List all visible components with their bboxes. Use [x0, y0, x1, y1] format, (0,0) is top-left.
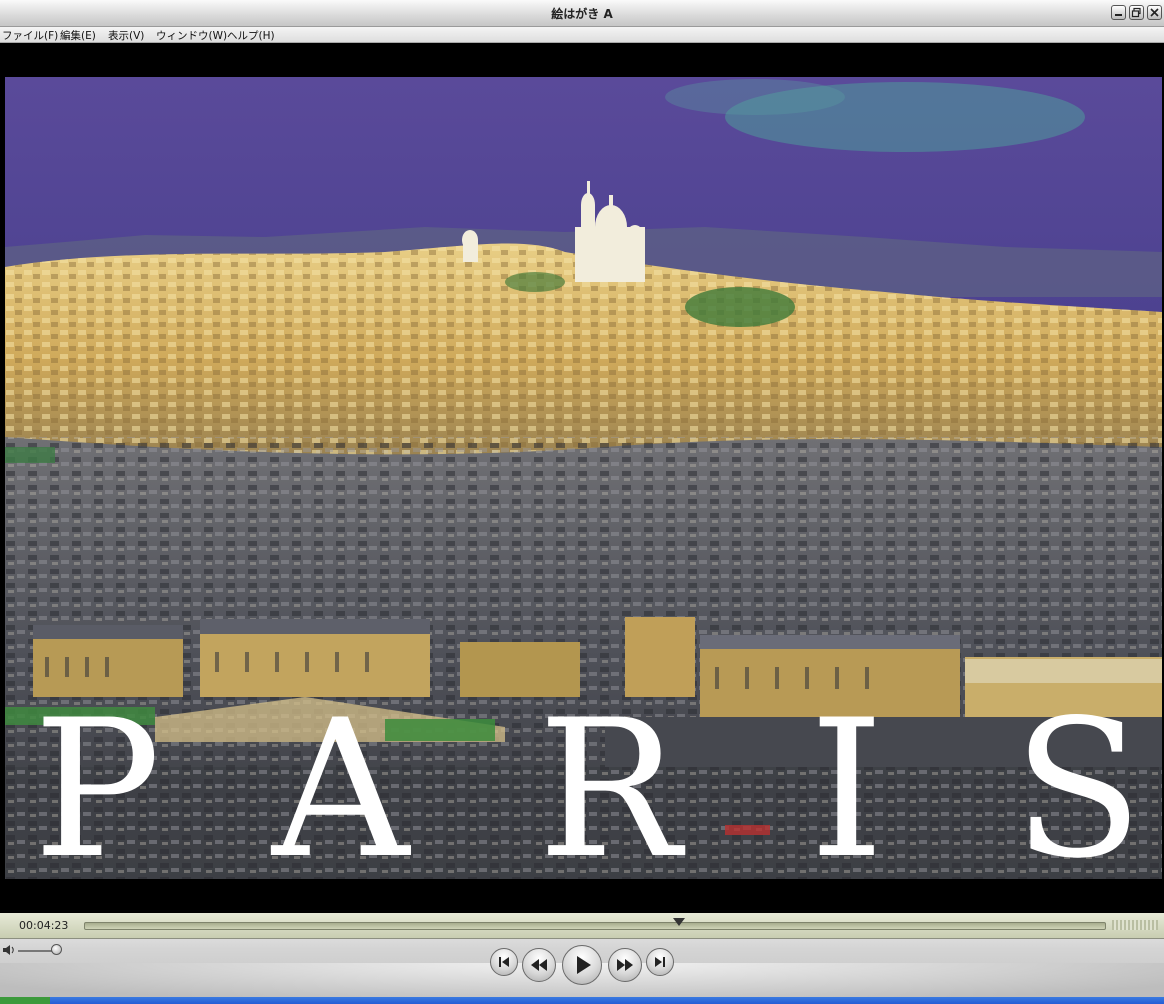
skip-to-end-icon — [655, 957, 665, 967]
menu-file[interactable]: ファイル(F) — [2, 28, 58, 43]
menu-view[interactable]: 表示(V) — [108, 28, 144, 43]
minimize-icon — [1115, 14, 1122, 16]
play-button[interactable] — [562, 945, 602, 985]
restore-icon — [1131, 7, 1141, 18]
fast-forward-button[interactable] — [608, 948, 642, 982]
skip-to-end-button[interactable] — [646, 948, 674, 976]
control-panel: 00:04:23 — [0, 913, 1164, 1004]
close-button[interactable] — [1147, 5, 1162, 20]
volume-knob[interactable] — [50, 944, 62, 955]
minimize-button[interactable] — [1111, 5, 1126, 20]
player-window: 絵はがき A ファイル(F) 編集(E) 表示(V) ウィンドウ(W) ヘルプ(… — [0, 0, 1164, 1004]
menu-help[interactable]: ヘルプ(H) — [227, 28, 275, 43]
skip-to-start-button[interactable] — [490, 948, 518, 976]
rewind-icon — [531, 959, 547, 971]
skip-to-start-icon — [499, 957, 509, 967]
menu-bar: ファイル(F) 編集(E) 表示(V) ウィンドウ(W) ヘルプ(H) — [0, 27, 1164, 43]
taskbar — [0, 997, 1164, 1004]
window-title: 絵はがき A — [551, 7, 613, 21]
volume-icon[interactable] — [2, 944, 16, 956]
video-area[interactable]: PARIS — [0, 43, 1164, 913]
time-bar: 00:04:23 — [0, 913, 1164, 939]
resize-grip — [1112, 920, 1158, 930]
menu-edit[interactable]: 編集(E) — [60, 28, 96, 43]
play-icon — [577, 956, 591, 974]
current-time: 00:04:23 — [19, 919, 69, 932]
rewind-button[interactable] — [522, 948, 556, 982]
playhead[interactable] — [672, 918, 685, 926]
fast-forward-icon — [617, 959, 633, 971]
start-button[interactable] — [0, 997, 50, 1004]
menu-window[interactable]: ウィンドウ(W) — [156, 28, 227, 43]
postcard-image: PARIS — [5, 77, 1162, 879]
close-icon — [1150, 8, 1159, 17]
restore-button[interactable] — [1129, 5, 1144, 20]
title-bar[interactable]: 絵はがき A — [0, 0, 1164, 27]
paris-lettering: PARIS — [33, 705, 1143, 875]
svg-text:PARIS: PARIS — [33, 705, 1143, 875]
seek-bar[interactable] — [84, 922, 1106, 930]
